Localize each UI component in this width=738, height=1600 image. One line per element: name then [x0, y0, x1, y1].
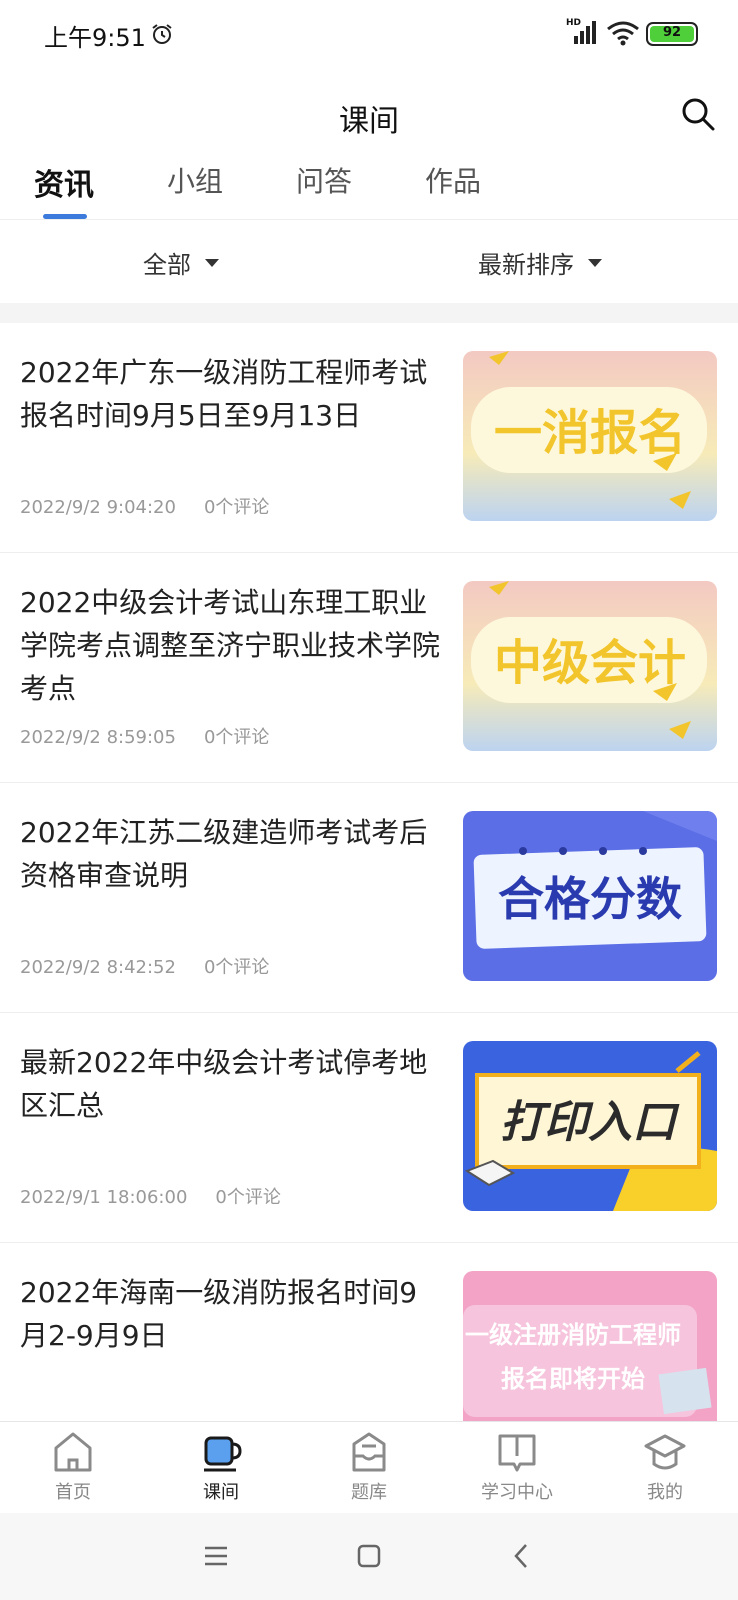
comment-count: 0个评论 — [203, 957, 270, 978]
article-list: 2022年广东一级消防工程师考试报名时间9月5日至9月13日 2022/9/2 … — [0, 323, 738, 1421]
comment-count: 0个评论 — [203, 497, 270, 518]
article-title: 最新2022年中级会计考试停考地区汇总 — [20, 1046, 428, 1122]
back-icon[interactable] — [507, 1541, 537, 1571]
article-thumbnail: 一消报名 — [463, 351, 717, 521]
cup-icon — [204, 1436, 242, 1472]
article-date: 2022/9/2 8:42:52 — [20, 957, 176, 978]
sort-filter-label: 最新排序 — [478, 251, 574, 279]
graduation-cap-icon — [644, 1434, 686, 1470]
section-divider — [0, 303, 738, 323]
thumbnail-graphic: 中级会计 — [463, 581, 717, 751]
status-bar: 上午9:51 HD 92 — [0, 0, 738, 70]
wifi-icon — [607, 21, 639, 46]
status-time: 上午9:51 — [44, 24, 146, 52]
search-icon[interactable] — [680, 96, 716, 132]
tab-works[interactable]: 作品 — [425, 160, 481, 200]
list-item[interactable]: 2022年江苏二级建造师考试考后资格审查说明 2022/9/2 8:42:52 0… — [0, 783, 738, 1013]
thumbnail-text: 打印入口 — [500, 1097, 680, 1148]
nav-home[interactable]: 首页 — [13, 1430, 133, 1504]
thumbnail-text: 中级会计 — [494, 635, 686, 691]
nav-question-bank[interactable]: 题库 — [309, 1430, 429, 1504]
tab-bar: 资讯 小组 问答 作品 — [0, 160, 738, 220]
article-thumbnail: 合格分数 — [463, 811, 717, 981]
page-title: 课间 — [339, 104, 399, 139]
article-thumbnail: 中级会计 — [463, 581, 717, 751]
nav-label: 学习中心 — [481, 1482, 553, 1503]
thumbnail-text-line1: 一级注册消防工程师 — [465, 1321, 681, 1349]
article-meta: 2022/9/1 18:06:00 0个评论 — [20, 1183, 281, 1209]
nav-label: 我的 — [647, 1482, 683, 1503]
article-title: 2022中级会计考试山东理工职业学院考点调整至济宁职业技术学院考点 — [20, 586, 441, 705]
thumbnail-text-line2: 报名即将开始 — [501, 1365, 645, 1393]
article-date: 2022/9/1 18:06:00 — [20, 1187, 188, 1208]
battery-level: 92 — [650, 25, 694, 42]
thumbnail-text: 一消报名 — [494, 405, 686, 461]
thumbnail-text: 合格分数 — [498, 872, 682, 926]
menu-icon[interactable] — [201, 1541, 231, 1571]
article-thumbnail: 打印入口 — [463, 1041, 717, 1211]
alarm-clock-icon — [152, 24, 172, 44]
article-meta: 2022/9/2 8:42:52 0个评论 — [20, 953, 269, 979]
system-nav-bar — [0, 1513, 738, 1600]
article-title: 2022年广东一级消防工程师考试报名时间9月5日至9月13日 — [20, 356, 428, 432]
cell-signal-icon — [574, 21, 596, 44]
article-title: 2022年海南一级消防报名时间9月2-9月9日 — [20, 1276, 418, 1352]
inbox-icon — [352, 1432, 386, 1472]
comment-count: 0个评论 — [203, 727, 270, 748]
app-header: 课间 — [0, 70, 738, 160]
list-item[interactable]: 最新2022年中级会计考试停考地区汇总 2022/9/1 18:06:00 0个评… — [0, 1013, 738, 1243]
book-icon — [498, 1434, 536, 1472]
article-date: 2022/9/2 9:04:20 — [20, 497, 176, 518]
nav-break-room[interactable]: 课间 — [161, 1430, 281, 1504]
tab-news[interactable]: 资讯 — [34, 160, 94, 204]
caret-down-icon — [588, 258, 602, 267]
battery-percent: 92 — [662, 25, 682, 40]
tab-groups[interactable]: 小组 — [167, 160, 223, 200]
home-square-icon[interactable] — [354, 1541, 384, 1571]
article-thumbnail: 一级注册消防工程师 报名即将开始 — [463, 1271, 717, 1421]
nav-label: 首页 — [55, 1482, 91, 1503]
thumbnail-graphic: 合格分数 — [463, 811, 717, 981]
article-title: 2022年江苏二级建造师考试考后资格审查说明 — [20, 816, 428, 892]
article-meta: 2022/9/2 8:59:05 0个评论 — [20, 723, 269, 749]
caret-down-icon — [205, 258, 219, 267]
list-item[interactable]: 2022年广东一级消防工程师考试报名时间9月5日至9月13日 2022/9/2 … — [0, 323, 738, 553]
nav-label: 题库 — [351, 1482, 387, 1503]
active-tab-indicator — [43, 214, 87, 219]
article-date: 2022/9/2 8:59:05 — [20, 727, 176, 748]
list-item[interactable]: 2022中级会计考试山东理工职业学院考点调整至济宁职业技术学院考点 2022/9… — [0, 553, 738, 783]
sort-filter[interactable]: 最新排序 — [478, 245, 602, 280]
filter-bar: 全部 最新排序 — [0, 221, 738, 303]
battery-indicator: 92 — [646, 22, 698, 46]
comment-count: 0个评论 — [215, 1187, 281, 1208]
thumbnail-graphic: 一消报名 — [463, 351, 717, 521]
bottom-nav: 首页 课间 题库 学习中心 我的 — [0, 1421, 738, 1513]
category-filter[interactable]: 全部 — [143, 245, 219, 280]
list-item[interactable]: 2022年海南一级消防报名时间9月2-9月9日 一级注册消防工程师 报名即将开始 — [0, 1243, 738, 1421]
article-meta: 2022/9/2 9:04:20 0个评论 — [20, 493, 269, 519]
thumbnail-graphic: 打印入口 — [463, 1041, 717, 1211]
nav-profile[interactable]: 我的 — [605, 1430, 725, 1504]
thumbnail-graphic: 一级注册消防工程师 报名即将开始 — [463, 1271, 717, 1421]
tab-qa[interactable]: 问答 — [296, 160, 352, 200]
category-filter-label: 全部 — [143, 251, 191, 279]
nav-label: 课间 — [203, 1482, 239, 1503]
article-meta — [20, 1413, 48, 1421]
home-icon — [54, 1432, 92, 1472]
nav-learning-center[interactable]: 学习中心 — [457, 1430, 577, 1504]
